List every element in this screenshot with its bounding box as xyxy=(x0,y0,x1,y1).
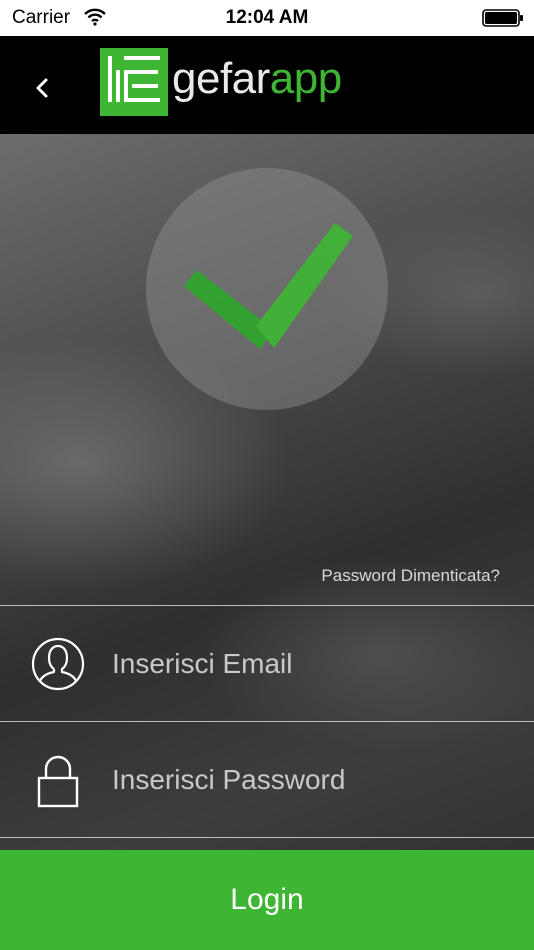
gefarapp-logo-icon xyxy=(100,48,168,116)
password-input[interactable] xyxy=(110,759,514,801)
app-header: gefarapp xyxy=(0,36,534,134)
chevron-left-icon[interactable] xyxy=(30,74,54,102)
email-field-row xyxy=(0,606,534,721)
battery-icon xyxy=(482,9,523,27)
password-field-row xyxy=(0,722,534,837)
brand-name-prefix: gefar xyxy=(172,54,270,103)
forgot-password-link[interactable]: Password Dimenticata? xyxy=(321,566,500,586)
lock-icon xyxy=(37,755,79,808)
status-bar: Carrier 12:04 AM xyxy=(0,0,534,36)
user-icon xyxy=(31,637,85,691)
brand-name-suffix: app xyxy=(269,54,342,103)
brand-name: gefarapp xyxy=(172,54,342,104)
login-hero: Password Dimenticata? xyxy=(0,134,534,950)
checkmark-icon xyxy=(184,223,353,349)
status-time: 12:04 AM xyxy=(225,7,309,28)
status-circle xyxy=(146,168,388,410)
email-input[interactable] xyxy=(110,643,514,685)
login-button[interactable]: Login xyxy=(0,850,534,950)
divider xyxy=(0,837,534,838)
